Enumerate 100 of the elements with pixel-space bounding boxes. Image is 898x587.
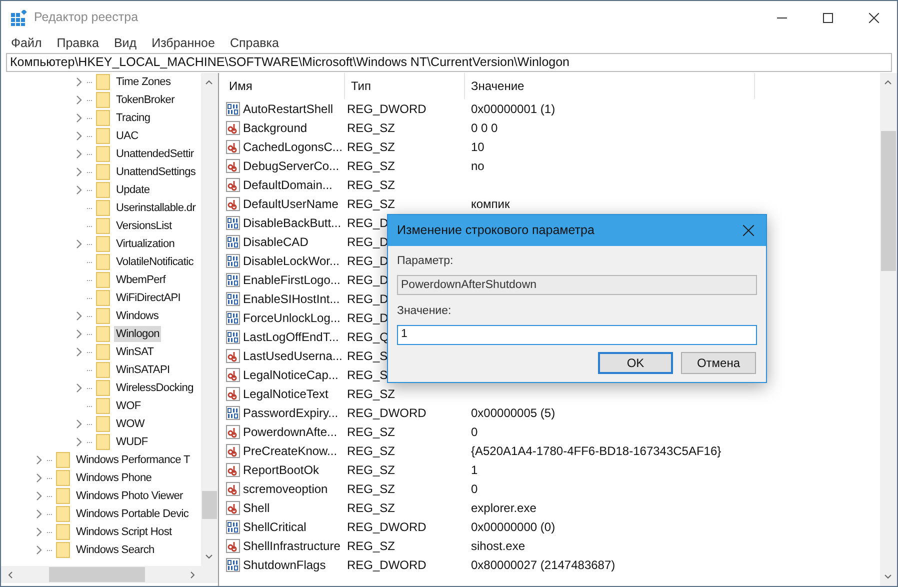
chevron-right-icon[interactable] <box>75 239 83 249</box>
chevron-right-icon[interactable] <box>75 419 83 429</box>
tree-item[interactable]: Update <box>114 182 152 198</box>
chevron-right-icon[interactable] <box>75 149 83 159</box>
address-bar[interactable]: Компьютер\HKEY_LOCAL_MACHINE\SOFTWARE\Microsoft\Windows NT\CurrentVersion\Winlogon <box>6 53 892 72</box>
table-cell[interactable]: DefaultUserName <box>243 194 338 212</box>
chevron-right-icon[interactable] <box>35 473 43 483</box>
scroll-up-icon[interactable] <box>884 79 892 85</box>
tree-item[interactable]: Windows Photo Viewer <box>74 488 185 504</box>
tree-item[interactable]: WinSATAPI <box>114 362 172 378</box>
table-cell[interactable]: DisableLockWor... <box>243 252 340 270</box>
table-cell[interactable]: Background <box>243 118 308 136</box>
table-cell[interactable]: DisableBackButt... <box>243 214 342 232</box>
scroll-down-icon[interactable] <box>205 554 213 560</box>
field-label: Значение: <box>397 304 452 320</box>
dialog-button[interactable]: Отмена <box>681 352 756 374</box>
tree-item[interactable]: WOF <box>114 398 143 414</box>
tree-item[interactable]: UnattendedSettir <box>114 146 196 162</box>
table-cell[interactable]: DefaultDomain... <box>243 176 332 194</box>
table-cell[interactable]: LegalNoticeCap... <box>243 366 338 384</box>
column-header[interactable]: Значение <box>465 73 755 99</box>
table-cell[interactable]: LastUsedUserna... <box>243 346 342 364</box>
chevron-right-icon[interactable] <box>35 527 43 537</box>
tree-item[interactable]: WirelessDocking <box>114 380 196 396</box>
chevron-right-icon[interactable] <box>75 383 83 393</box>
tree-item[interactable]: Windows Portable Devic <box>74 506 191 522</box>
value-field[interactable]: 1 <box>397 324 757 344</box>
menu-item[interactable]: Справка <box>230 34 279 53</box>
table-cell[interactable]: DebugServerCo... <box>243 156 340 174</box>
chevron-right-icon[interactable] <box>75 311 83 321</box>
tree-item[interactable]: Windows Search <box>74 542 156 558</box>
menu-item[interactable]: Файл <box>11 34 42 53</box>
scroll-thumb[interactable] <box>881 131 896 271</box>
scroll-right-icon[interactable] <box>190 571 196 579</box>
table-cell[interactable]: ShellCritical <box>243 518 306 536</box>
chevron-right-icon[interactable] <box>35 545 43 555</box>
table-cell[interactable]: PowerdownAfte... <box>243 422 338 440</box>
dialog-button[interactable]: OK <box>598 352 673 374</box>
menu-item[interactable]: Вид <box>114 34 137 53</box>
menu-item[interactable]: Избранное <box>152 34 215 53</box>
chevron-right-icon[interactable] <box>75 131 83 141</box>
table-cell[interactable]: EnableSIHostInt... <box>243 290 340 308</box>
column-header[interactable]: Имя <box>222 73 345 99</box>
chevron-right-icon[interactable] <box>35 455 43 465</box>
chevron-right-icon[interactable] <box>75 329 83 339</box>
chevron-right-icon[interactable] <box>75 185 83 195</box>
scrollbar[interactable] <box>201 73 218 566</box>
tree-item[interactable]: WinSAT <box>114 344 156 360</box>
tree-item[interactable]: Winlogon <box>114 326 162 342</box>
tree-item[interactable]: Windows Script Host <box>74 524 174 540</box>
tree-item[interactable]: TokenBroker <box>114 92 176 108</box>
table-cell[interactable]: LegalNoticeText <box>243 384 328 402</box>
tree-item[interactable]: WiFiDirectAPI <box>114 290 183 306</box>
table-cell[interactable]: Shell <box>243 498 270 516</box>
chevron-right-icon[interactable] <box>75 167 83 177</box>
chevron-right-icon[interactable] <box>75 95 83 105</box>
table-cell[interactable]: LastLogOffEndT... <box>243 328 339 346</box>
name-field[interactable]: PowerdownAfterShutdown <box>397 275 757 296</box>
chevron-right-icon[interactable] <box>75 77 83 87</box>
scroll-thumb[interactable] <box>202 491 217 519</box>
table-cell: 0x80000027 (2147483687) <box>471 558 616 572</box>
scroll-up-icon[interactable] <box>205 79 213 85</box>
tree-item[interactable]: Windows Performance T <box>74 452 192 468</box>
scrollbar[interactable] <box>880 73 897 586</box>
table-cell[interactable]: scremoveoption <box>243 480 328 498</box>
chevron-right-icon[interactable] <box>35 509 43 519</box>
table-cell[interactable]: ShutdownFlags <box>243 556 326 574</box>
tree-item[interactable]: UAC <box>114 128 140 144</box>
tree-item[interactable]: Userinstallable.dr <box>114 200 198 216</box>
table-cell[interactable]: DisableCAD <box>243 232 308 250</box>
tree-item[interactable]: VersionsList <box>114 218 174 234</box>
chevron-right-icon[interactable] <box>75 437 83 447</box>
table-cell[interactable]: EnableFirstLogo... <box>243 270 340 288</box>
table-cell[interactable]: PasswordExpiry... <box>243 404 338 422</box>
tree-item[interactable]: VolatileNotificatic <box>114 254 196 270</box>
table-cell[interactable]: ReportBootOk <box>243 460 320 478</box>
scroll-thumb[interactable] <box>49 567 145 582</box>
tree-item[interactable]: Windows <box>114 308 161 324</box>
scroll-left-icon[interactable] <box>7 571 13 579</box>
tree-item[interactable]: Tracing <box>114 110 152 126</box>
table-cell[interactable]: AutoRestartShell <box>243 100 334 118</box>
scrollbar[interactable] <box>1 566 218 583</box>
menu-item[interactable]: Правка <box>56 34 99 53</box>
tree-item[interactable]: Windows Phone <box>74 470 154 486</box>
table-cell[interactable]: ShellInfrastructure <box>243 536 340 554</box>
table-cell: 0 <box>471 424 478 438</box>
tree-item[interactable]: WOW <box>114 416 146 432</box>
column-header[interactable]: Тип <box>345 73 465 99</box>
tree-item[interactable]: Time Zones <box>114 74 173 90</box>
tree-item[interactable]: Virtualization <box>114 236 177 252</box>
chevron-right-icon[interactable] <box>75 113 83 123</box>
tree-item[interactable]: WUDF <box>114 434 150 450</box>
tree-item[interactable]: UnattendSettings <box>114 164 198 180</box>
table-cell[interactable]: CachedLogonsC... <box>243 138 342 156</box>
scroll-down-icon[interactable] <box>884 574 892 580</box>
chevron-right-icon[interactable] <box>75 347 83 357</box>
table-cell[interactable]: ForceUnlockLog... <box>243 308 340 326</box>
chevron-right-icon[interactable] <box>35 491 43 501</box>
tree-item[interactable]: WbemPerf <box>114 272 168 288</box>
table-cell[interactable]: PreCreateKnow... <box>243 442 338 460</box>
